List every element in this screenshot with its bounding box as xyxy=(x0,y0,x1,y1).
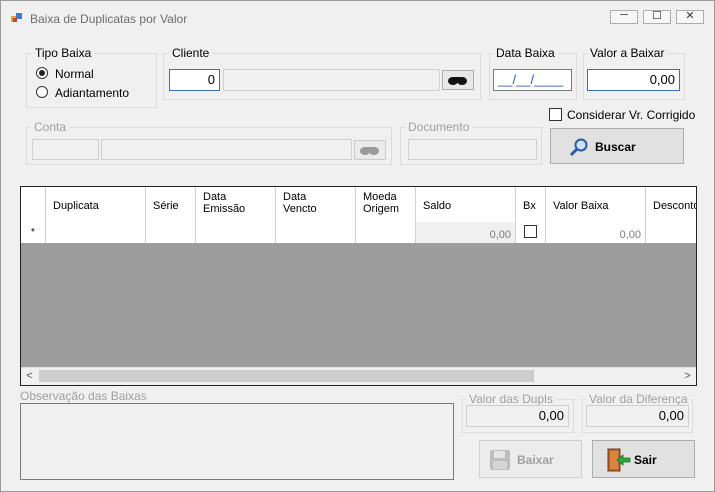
col-desconto[interactable]: Desconto xyxy=(646,187,696,222)
valor-dupls-label: Valor das Dupls xyxy=(466,392,556,406)
row-header-corner xyxy=(21,187,46,222)
maximize-button[interactable]: ☐ xyxy=(643,10,671,24)
radio-adiantamento-label[interactable]: Adiantamento xyxy=(55,86,129,100)
considerar-checkbox[interactable] xyxy=(549,108,562,121)
conta-name-field[interactable] xyxy=(101,139,352,160)
cell-duplicata[interactable] xyxy=(46,222,146,243)
magnifier-icon xyxy=(569,138,588,157)
col-serie[interactable]: Série xyxy=(146,187,196,222)
tipo-baixa-label: Tipo Baixa xyxy=(32,46,95,60)
col-data-emissao[interactable]: Data Emissão xyxy=(196,187,276,222)
cell-serie[interactable] xyxy=(146,222,196,243)
scroll-thumb[interactable] xyxy=(39,370,534,382)
valor-baixar-label: Valor a Baixar xyxy=(587,46,668,60)
conta-code-field[interactable] xyxy=(32,139,99,160)
cell-data-emissao[interactable] xyxy=(196,222,276,243)
cell-data-vencto[interactable] xyxy=(276,222,356,243)
maximize-icon: ☐ xyxy=(652,10,662,22)
conta-lookup-button[interactable] xyxy=(354,140,386,160)
binoculars-icon xyxy=(448,77,467,85)
conta-label: Conta xyxy=(31,120,70,134)
radio-normal[interactable] xyxy=(36,67,48,79)
minimize-icon: ─ xyxy=(620,9,628,21)
buscar-label: Buscar xyxy=(595,140,636,154)
radio-normal-label[interactable]: Normal xyxy=(55,67,94,81)
floppy-disk-icon xyxy=(490,450,510,470)
close-icon: ✕ xyxy=(685,10,695,22)
cell-saldo[interactable]: 0,00 xyxy=(416,222,516,243)
minimize-button[interactable]: ─ xyxy=(610,9,638,24)
sair-button[interactable]: Sair xyxy=(592,440,695,478)
valor-baixar-field[interactable]: 0,00 xyxy=(587,69,680,91)
considerar-label[interactable]: Considerar Vr. Corrigido xyxy=(567,108,695,122)
scroll-left-icon[interactable]: < xyxy=(21,368,38,385)
new-row-marker: * xyxy=(21,222,46,243)
col-data-vencto[interactable]: Data Vencto xyxy=(276,187,356,222)
duplicatas-grid[interactable]: Duplicata Série Data Emissão Data Vencto… xyxy=(20,186,697,386)
observacao-field[interactable] xyxy=(20,403,454,480)
radio-adiantamento[interactable] xyxy=(36,86,48,98)
col-valor-baixa[interactable]: Valor Baixa xyxy=(546,187,646,222)
valor-dupls-field[interactable]: 0,00 xyxy=(466,405,569,427)
col-bx[interactable]: Bx xyxy=(516,187,546,222)
table-row[interactable]: * 0,00 0,00 xyxy=(21,222,696,244)
cliente-name-field[interactable] xyxy=(223,69,440,91)
col-moeda-origem[interactable]: Moeda Origem xyxy=(356,187,416,222)
baixar-label: Baixar xyxy=(517,453,554,467)
valor-diferenca-label: Valor da Diferença xyxy=(586,392,691,406)
cliente-lookup-button[interactable] xyxy=(442,70,474,90)
cell-valor-baixa[interactable]: 0,00 xyxy=(546,222,646,243)
data-baixa-field[interactable]: __/__/____ xyxy=(493,69,572,91)
data-baixa-label: Data Baixa xyxy=(493,46,558,60)
bx-checkbox[interactable] xyxy=(524,225,537,238)
cell-desconto[interactable] xyxy=(646,222,696,243)
baixar-button[interactable]: Baixar xyxy=(479,440,582,478)
exit-door-icon xyxy=(607,448,631,472)
documento-field[interactable] xyxy=(408,139,537,160)
horizontal-scrollbar[interactable]: < > xyxy=(21,367,696,385)
observacao-label: Observação das Baixas xyxy=(20,389,147,403)
cliente-code-field[interactable]: 0 xyxy=(169,69,220,91)
cell-moeda-origem[interactable] xyxy=(356,222,416,243)
app-icon xyxy=(11,13,22,22)
scroll-right-icon[interactable]: > xyxy=(679,368,696,385)
valor-diferenca-field[interactable]: 0,00 xyxy=(586,405,689,427)
col-saldo[interactable]: Saldo xyxy=(416,187,516,222)
sair-label: Sair xyxy=(634,453,657,467)
cliente-label: Cliente xyxy=(169,46,213,60)
close-button[interactable]: ✕ xyxy=(676,10,704,24)
buscar-button[interactable]: Buscar xyxy=(550,128,684,164)
documento-label: Documento xyxy=(405,120,473,134)
col-duplicata[interactable]: Duplicata xyxy=(46,187,146,222)
binoculars-icon xyxy=(360,147,379,155)
cell-bx[interactable] xyxy=(516,222,546,243)
grid-header: Duplicata Série Data Emissão Data Vencto… xyxy=(21,187,696,223)
window-title: Baixa de Duplicatas por Valor xyxy=(30,12,188,26)
